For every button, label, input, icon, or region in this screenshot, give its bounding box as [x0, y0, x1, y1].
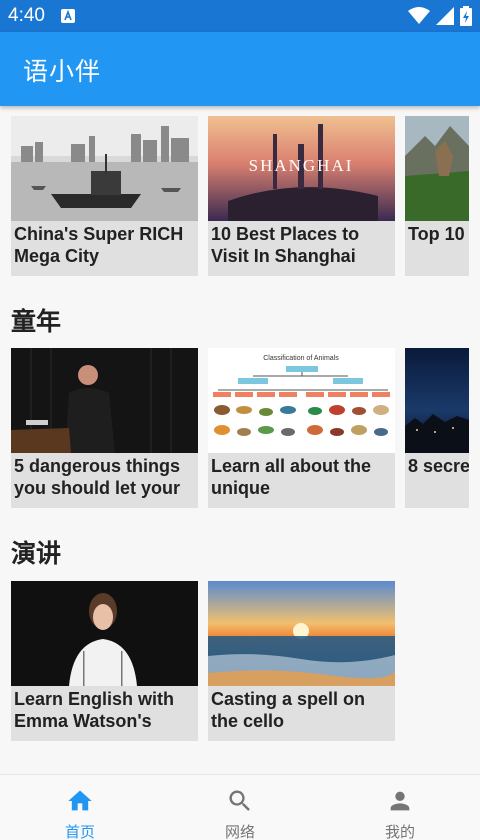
- home-icon: [68, 790, 92, 811]
- thumbnail-classification: Classification of Animals: [208, 348, 395, 453]
- nav-item-mine[interactable]: 我的: [320, 775, 480, 840]
- video-card[interactable]: 8 secre: [405, 348, 469, 508]
- wifi-icon: [408, 7, 430, 24]
- video-card[interactable]: Learn English with Emma Watson's: [11, 581, 198, 741]
- thumbnail-emma-speech: [11, 581, 198, 686]
- person-icon: [390, 791, 410, 811]
- status-time: 4:40: [8, 5, 45, 26]
- video-title: 10 Best Places to Visit In Shanghai: [211, 224, 360, 266]
- status-bar: 4:40: [0, 0, 480, 32]
- status-icons: [408, 6, 472, 26]
- video-title: Top 10 Visit In: [408, 224, 469, 244]
- app-bar: 语小伴: [0, 32, 480, 106]
- shanghai-overlay-text: SHANGHAI: [249, 156, 354, 175]
- nav-item-home[interactable]: 首页: [0, 775, 160, 840]
- video-title: 5 dangerous things you should let your: [14, 456, 181, 498]
- video-title: Casting a spell on the cello: [211, 689, 366, 731]
- video-card[interactable]: SHANGHAI 10 Best Places to Visit In Shan…: [208, 116, 395, 276]
- video-card[interactable]: Classification of Animals Learn all abou…: [208, 348, 395, 508]
- diagram-title: Classification of Animals: [263, 355, 339, 362]
- nav-item-network[interactable]: 网络: [160, 775, 320, 840]
- video-title: Learn all about the unique: [211, 456, 372, 498]
- nav-label: 首页: [64, 823, 95, 840]
- section-title: 演讲: [11, 539, 62, 568]
- battery-icon: [460, 6, 472, 26]
- cell-signal-icon: [436, 7, 454, 25]
- thumbnail-mountain: [405, 116, 469, 221]
- video-card[interactable]: 5 dangerous things you should let your: [11, 348, 198, 508]
- bottom-navigation: 首页 网络 我的: [0, 774, 480, 840]
- thumbnail-harbor: [11, 116, 198, 221]
- video-card[interactable]: Casting a spell on the cello: [208, 581, 395, 741]
- video-title: Learn English with Emma Watson's: [14, 689, 175, 731]
- thumbnail-sunset-beach: [208, 581, 395, 686]
- app-title: 语小伴: [23, 57, 102, 86]
- video-feed[interactable]: China's Super RICH Mega City SHANGHAI 10…: [0, 106, 480, 774]
- nav-label: 我的: [384, 823, 415, 840]
- nav-label: 网络: [224, 823, 255, 840]
- search-icon: [229, 790, 250, 811]
- a-letter-icon: [61, 9, 75, 23]
- video-card[interactable]: China's Super RICH Mega City: [11, 116, 198, 276]
- video-title: 8 secre: [408, 456, 469, 476]
- thumbnail-speaker: [11, 348, 198, 453]
- thumbnail-night-landscape: [405, 348, 469, 453]
- section-title: 童年: [11, 307, 62, 336]
- video-title: China's Super RICH Mega City: [14, 224, 184, 266]
- thumbnail-shanghai: SHANGHAI: [208, 116, 395, 221]
- video-card[interactable]: Top 10 Visit In: [405, 116, 469, 276]
